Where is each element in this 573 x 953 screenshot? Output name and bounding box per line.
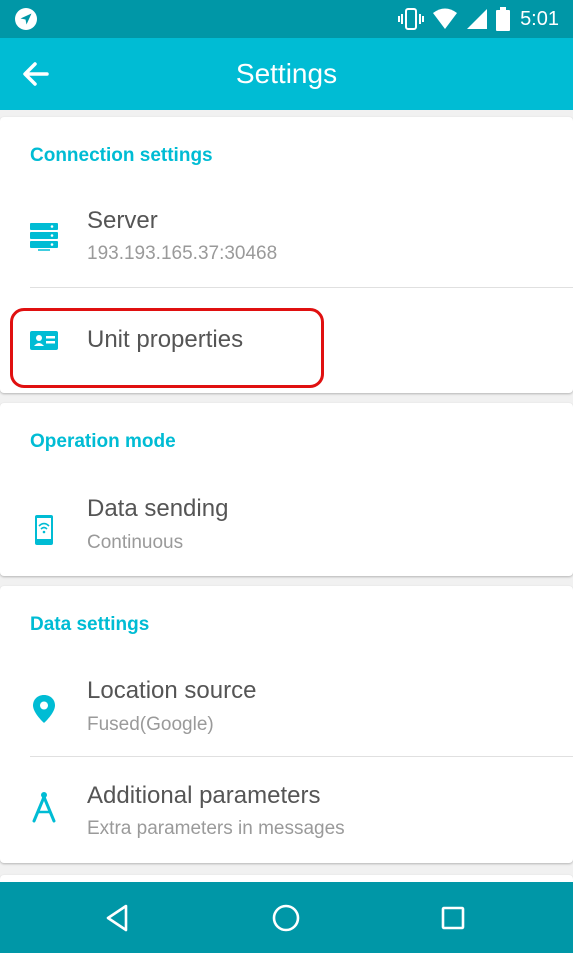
status-icons: 5:01 bbox=[398, 6, 559, 32]
data-sending-item[interactable]: Data sending Continuous bbox=[0, 480, 573, 576]
server-value: 193.193.165.37:30468 bbox=[87, 243, 278, 264]
cell-signal-icon bbox=[467, 9, 488, 29]
unit-properties-item[interactable]: Unit properties bbox=[0, 288, 573, 392]
compass-tool-icon bbox=[32, 792, 56, 823]
back-triangle-icon[interactable] bbox=[102, 902, 134, 934]
navigation-app-icon bbox=[15, 8, 37, 30]
phone-wifi-icon bbox=[35, 515, 53, 545]
server-icon bbox=[30, 223, 58, 251]
operation-mode-card: Operation mode Data sending Continuous bbox=[0, 403, 573, 576]
status-bar: 5:01 bbox=[0, 0, 573, 38]
location-source-item[interactable]: Location source Fused(Google) bbox=[0, 663, 573, 756]
additional-parameters-value: Extra parameters in messages bbox=[87, 818, 345, 839]
additional-parameters-item[interactable]: Additional parameters Extra parameters i… bbox=[0, 757, 573, 862]
status-time: 5:01 bbox=[520, 7, 559, 30]
data-settings-card: Data settings Location source Fused(Goog… bbox=[0, 586, 573, 863]
additional-parameters-label: Additional parameters bbox=[87, 782, 321, 809]
id-card-icon bbox=[30, 331, 58, 350]
settings-list[interactable]: Connection settings Server 193.193.165.3… bbox=[0, 110, 573, 882]
data-sending-label: Data sending bbox=[87, 495, 229, 522]
location-source-label: Location source bbox=[87, 677, 257, 704]
recents-square-icon[interactable] bbox=[437, 902, 469, 934]
section-title-data: Data settings bbox=[30, 614, 150, 635]
navigation-bar bbox=[0, 882, 573, 953]
location-source-value: Fused(Google) bbox=[87, 714, 214, 735]
battery-icon bbox=[496, 7, 511, 31]
page-title: Settings bbox=[235, 58, 338, 89]
home-circle-icon[interactable] bbox=[270, 902, 302, 934]
next-settings-card bbox=[0, 875, 573, 882]
location-pin-icon bbox=[33, 695, 55, 723]
server-setting-item[interactable]: Server 193.193.165.37:30468 bbox=[0, 194, 573, 288]
wifi-icon bbox=[433, 8, 458, 29]
data-sending-value: Continuous bbox=[87, 532, 184, 553]
section-title-connection: Connection settings bbox=[30, 145, 213, 166]
connection-settings-card: Connection settings Server 193.193.165.3… bbox=[0, 117, 573, 393]
section-title-operation: Operation mode bbox=[30, 431, 176, 452]
server-label: Server bbox=[87, 207, 158, 234]
vibrate-icon bbox=[398, 8, 425, 30]
unit-properties-label: Unit properties bbox=[87, 326, 244, 353]
app-bar: Settings bbox=[0, 38, 573, 110]
